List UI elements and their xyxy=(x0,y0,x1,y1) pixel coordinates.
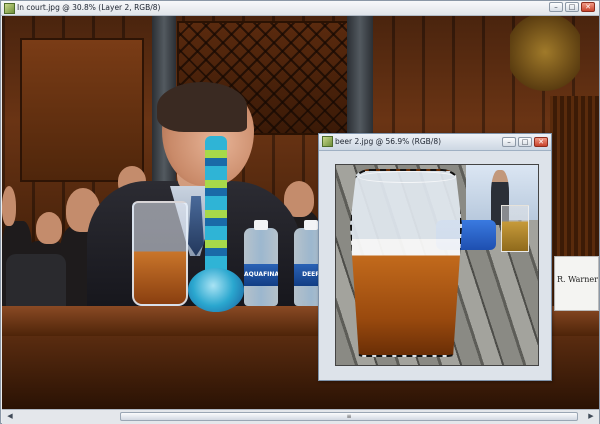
man-hair xyxy=(157,82,247,132)
window-title: beer 2.jpg @ 56.9% (RGB/8) xyxy=(335,137,442,146)
wood-panel xyxy=(20,38,144,182)
title-bar[interactable]: In court.jpg @ 30.8% (Layer 2, RGB/8) – … xyxy=(1,1,599,16)
scroll-left-icon[interactable]: ◀ xyxy=(4,411,16,422)
beer-glass-pasted xyxy=(132,201,188,306)
window-title: In court.jpg @ 30.8% (Layer 2, RGB/8) xyxy=(17,3,161,12)
image-canvas[interactable] xyxy=(335,164,539,366)
maximize-button[interactable]: □ xyxy=(518,137,532,147)
leather-chair xyxy=(6,254,66,312)
document-icon xyxy=(322,136,333,147)
close-button[interactable]: ✕ xyxy=(534,137,548,147)
water-bottle: AQUAFINA xyxy=(244,220,278,306)
nameplate: R. Warner xyxy=(554,256,599,311)
background-beer-glass xyxy=(501,205,529,252)
minimize-button[interactable]: – xyxy=(502,137,516,147)
scroll-right-icon[interactable]: ▶ xyxy=(585,411,597,422)
scrollbar-thumb[interactable]: ≡ xyxy=(120,412,578,421)
bong-tube xyxy=(205,136,227,281)
window-controls: – □ ✕ xyxy=(549,2,595,12)
bong-base xyxy=(188,268,244,312)
bottle-cap xyxy=(304,220,318,230)
spectator-head xyxy=(2,186,16,226)
bottle-label: AQUAFINA xyxy=(244,264,278,286)
minimize-button[interactable]: – xyxy=(549,2,563,12)
beer-glass-selection[interactable] xyxy=(350,169,462,357)
wall-lamp xyxy=(510,16,580,106)
window-controls: – □ ✕ xyxy=(502,137,548,147)
document-window-beer: beer 2.jpg @ 56.9% (RGB/8) – □ ✕ xyxy=(318,133,552,381)
glass-rim xyxy=(358,171,456,183)
bottle-cap xyxy=(254,220,268,230)
spectator-head xyxy=(36,212,62,244)
document-icon xyxy=(4,3,15,14)
horizontal-scrollbar[interactable]: ◀ ≡ ▶ xyxy=(2,409,599,424)
maximize-button[interactable]: □ xyxy=(565,2,579,12)
close-button[interactable]: ✕ xyxy=(581,2,595,12)
title-bar[interactable]: beer 2.jpg @ 56.9% (RGB/8) – □ ✕ xyxy=(319,134,551,151)
